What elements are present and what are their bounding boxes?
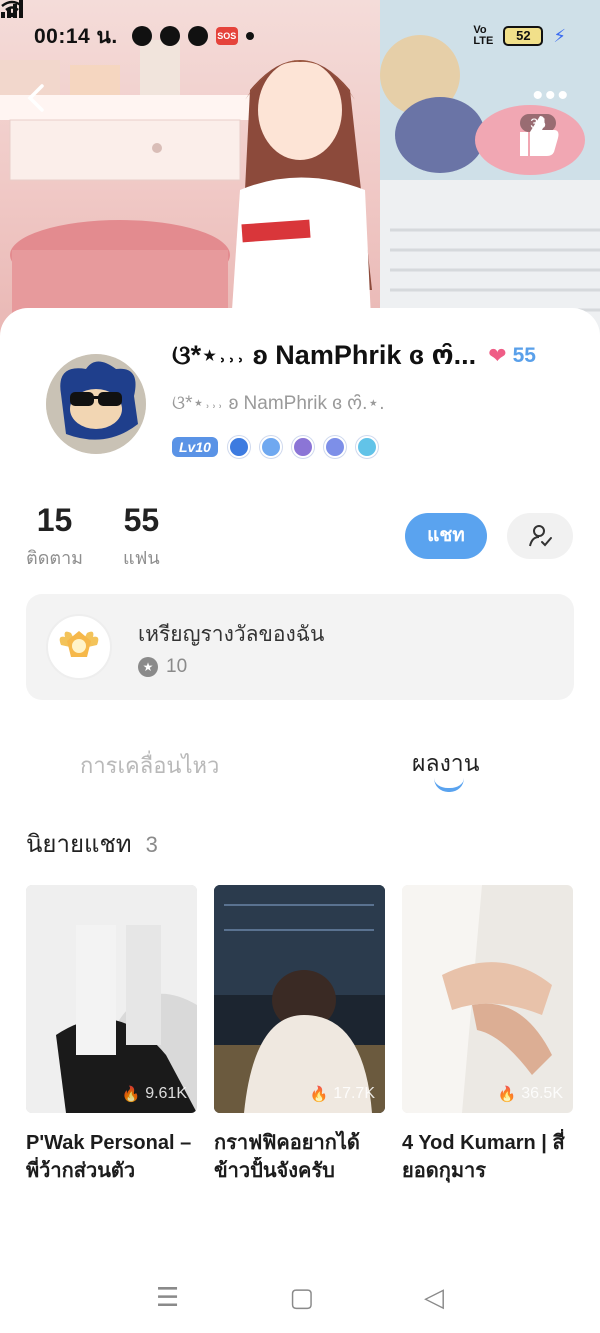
tab-activity[interactable]: การเคลื่อนไหว — [80, 748, 219, 783]
active-tab-indicator — [434, 778, 464, 792]
view-count: 🔥 17.7K — [310, 1085, 376, 1103]
chevron-left-icon — [27, 84, 44, 112]
level-badge[interactable]: Lv10 — [172, 437, 218, 457]
add-user-icon — [529, 525, 552, 547]
badge-row: Lv10 — [172, 436, 378, 458]
profile-card: ଓ*⋆˒˒˒ ʚ NamPhrik ɞ ო̑̑... ❤ 55 ଓ*⋆˒˒˒ ʚ… — [0, 308, 600, 1333]
work-title-line: ข้าวปั้นจังครับ — [214, 1160, 335, 1182]
flame-icon: 🔥 — [309, 1086, 329, 1103]
facebook-icon — [187, 26, 208, 46]
profile-username: ଓ*⋆˒˒˒ ʚ NamPhrik ɞ ო̑̑.⋆. — [172, 393, 385, 414]
tab-works[interactable]: ผลงาน — [412, 746, 479, 782]
following-count: 15 — [36, 502, 73, 538]
avatar[interactable] — [46, 354, 146, 454]
work-title-line: กราฟฟิคอยากได้ — [214, 1132, 360, 1154]
view-count: 🔥 9.61K — [122, 1085, 188, 1103]
medals-panel[interactable]: เหรียญรางวัลของฉัน ★ 10 — [26, 594, 574, 700]
flame-icon: 🔥 — [497, 1086, 517, 1103]
work-item[interactable]: 🔥 17.7K กราฟฟิคอยากได้ ข้าวปั้นจังครับ — [214, 885, 385, 1185]
view-count-text: 9.61K — [145, 1085, 187, 1102]
badge-icon[interactable] — [259, 436, 282, 458]
works-list: 🔥 9.61K P'Wak Personal – พี่ว้ากส่วนตัว — [26, 885, 576, 1185]
badge-icon[interactable] — [323, 436, 346, 458]
messenger-icon — [159, 26, 180, 46]
system-navigation-bar: ☰ ▢ ◁ — [0, 1262, 600, 1333]
menu-icon[interactable]: ☰ — [156, 1282, 179, 1313]
thumbs-up-icon — [520, 116, 559, 156]
chat-button[interactable]: แชท — [405, 513, 487, 559]
work-title-line: ยอดกุมาร — [402, 1160, 486, 1182]
more-horizontal-icon: ••• — [532, 79, 570, 112]
status-time: 00:14 น. — [34, 24, 118, 48]
work-cover[interactable]: 🔥 17.7K — [214, 885, 385, 1113]
hearts-icon: ❤ — [488, 343, 507, 368]
medal-graphic — [59, 631, 99, 657]
work-title[interactable]: P'Wak Personal – พี่ว้ากส่วนตัว — [26, 1129, 197, 1185]
sos-icon: SOS — [215, 27, 238, 45]
medals-count-row: ★ 10 — [138, 656, 187, 678]
section-count: 3 — [145, 832, 158, 857]
dot-icon — [245, 32, 254, 40]
follow-button[interactable] — [507, 513, 573, 559]
profile-name-row: ଓ*⋆˒˒˒ ʚ NamPhrik ɞ ო̑̑... ❤ 55 — [172, 340, 582, 372]
medals-count: 10 — [166, 656, 188, 677]
cover-image — [402, 885, 573, 1113]
view-count: 🔥 36.5K — [498, 1085, 564, 1103]
badge-icon[interactable] — [227, 436, 250, 458]
work-title-line: P'Wak Personal – — [26, 1132, 192, 1154]
work-cover[interactable]: 🔥 9.61K — [26, 885, 197, 1113]
following-stat[interactable]: 15 ติดตาม — [26, 502, 83, 572]
fans-stat[interactable]: 55 แฟน — [123, 502, 160, 572]
more-options-button[interactable]: ••• — [532, 81, 570, 111]
work-item[interactable]: 🔥 36.5K 4 Yod Kumarn | สี่ ยอดกุมาร — [402, 885, 573, 1185]
badge-icon[interactable] — [291, 436, 314, 458]
work-cover[interactable]: 🔥 36.5K — [402, 885, 573, 1113]
work-title-line: พี่ว้ากส่วนตัว — [26, 1160, 136, 1182]
hearts-count: 55 — [512, 344, 536, 367]
star-icon: ★ — [138, 657, 158, 677]
fans-label: แฟน — [123, 548, 160, 568]
work-item[interactable]: 🔥 9.61K P'Wak Personal – พี่ว้ากส่วนตัว — [26, 885, 197, 1185]
battery-icon: 52 — [503, 26, 544, 46]
work-title[interactable]: 4 Yod Kumarn | สี่ ยอดกุมาร — [402, 1129, 573, 1185]
profile-name: ଓ*⋆˒˒˒ ʚ NamPhrik ɞ ო̑̑... — [172, 340, 477, 370]
home-icon[interactable]: ▢ — [289, 1282, 314, 1313]
notification-icons: SOS — [131, 26, 254, 46]
profile-tabs: การเคลื่อนไหว ผลงาน — [0, 740, 600, 800]
system-icons: Vo LTE 52 ⚡ — [1, 0, 566, 47]
work-title[interactable]: กราฟฟิคอยากได้ ข้าวปั้นจังครับ — [214, 1129, 385, 1185]
work-title-line: 4 Yod Kumarn | สี่ — [402, 1132, 565, 1154]
back-triangle-icon[interactable]: ◁ — [424, 1282, 444, 1313]
volte-icon: Vo LTE — [473, 24, 494, 47]
avatar-image — [46, 354, 146, 454]
fans-count: 55 — [123, 502, 160, 538]
cover-image — [214, 885, 385, 1113]
profile-cover-banner: 00:14 น. SOS Vo LTE 52 ⚡ ••• — [0, 0, 600, 340]
medal-icon — [46, 614, 112, 680]
badge-icon[interactable] — [355, 436, 378, 458]
following-label: ติดตาม — [26, 548, 84, 568]
like-button[interactable]: 35 — [514, 112, 562, 156]
signal-icon — [1, 0, 23, 18]
cover-image — [26, 885, 197, 1113]
view-count-text: 17.7K — [333, 1085, 375, 1102]
back-button[interactable] — [22, 80, 58, 116]
follow-stats: 15 ติดตาม 55 แฟน — [26, 502, 160, 572]
charging-icon: ⚡ — [553, 25, 566, 46]
status-bar: 00:14 น. SOS Vo LTE 52 ⚡ — [0, 0, 600, 72]
section-header: นิยายแชท 3 — [26, 824, 158, 863]
section-title: นิยายแชท — [26, 831, 132, 858]
chat-bubble-icon — [131, 26, 152, 46]
medals-title: เหรียญรางวัลของฉัน — [138, 623, 325, 646]
view-count-text: 36.5K — [521, 1085, 563, 1102]
flame-icon: 🔥 — [121, 1086, 141, 1103]
